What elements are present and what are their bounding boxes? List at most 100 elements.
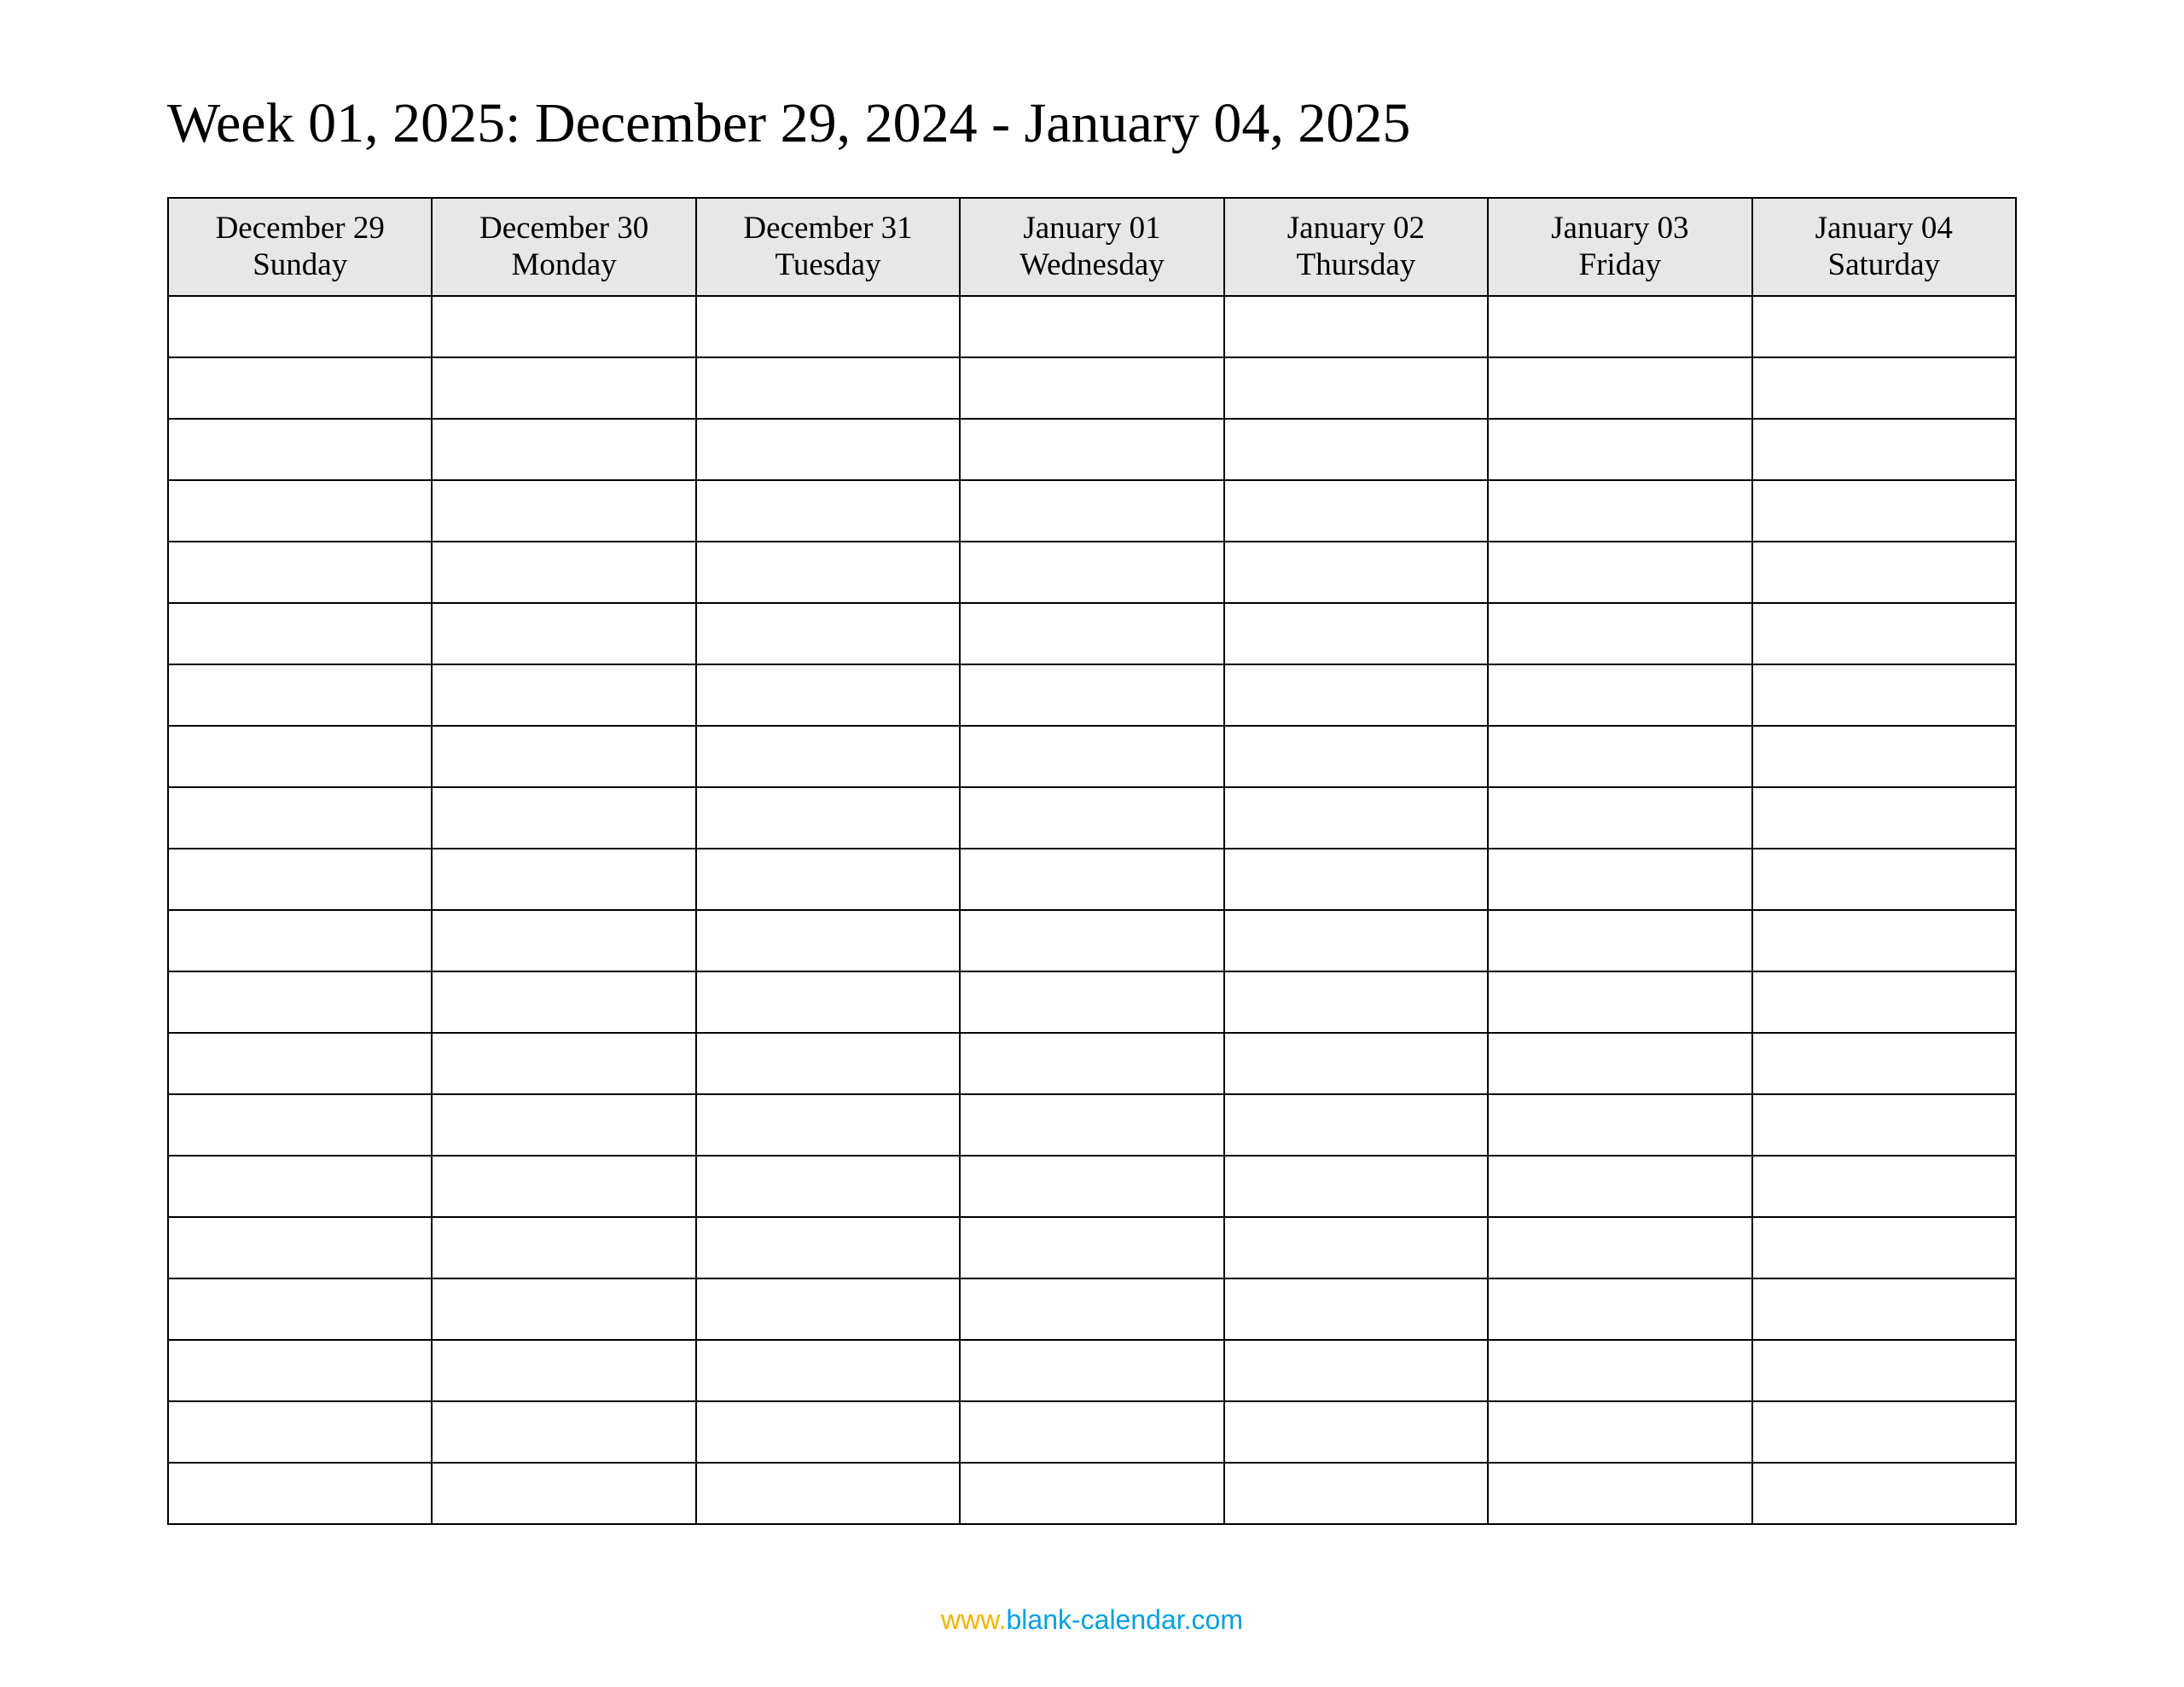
calendar-cell[interactable]	[432, 1278, 695, 1340]
calendar-cell[interactable]	[1752, 664, 2016, 726]
calendar-cell[interactable]	[1224, 1156, 1488, 1217]
calendar-cell[interactable]	[432, 296, 695, 357]
calendar-cell[interactable]	[960, 480, 1223, 542]
calendar-cell[interactable]	[1488, 910, 1751, 971]
calendar-cell[interactable]	[168, 726, 432, 787]
calendar-cell[interactable]	[960, 357, 1223, 419]
calendar-cell[interactable]	[168, 1156, 432, 1217]
calendar-cell[interactable]	[168, 296, 432, 357]
calendar-cell[interactable]	[696, 971, 960, 1033]
calendar-cell[interactable]	[1224, 542, 1488, 603]
calendar-cell[interactable]	[696, 1278, 960, 1340]
calendar-cell[interactable]	[960, 542, 1223, 603]
calendar-cell[interactable]	[696, 1340, 960, 1401]
calendar-cell[interactable]	[432, 1401, 695, 1463]
calendar-cell[interactable]	[1488, 1217, 1751, 1278]
calendar-cell[interactable]	[960, 1401, 1223, 1463]
calendar-cell[interactable]	[1752, 1463, 2016, 1524]
calendar-cell[interactable]	[960, 419, 1223, 480]
calendar-cell[interactable]	[960, 787, 1223, 849]
calendar-cell[interactable]	[1752, 1401, 2016, 1463]
calendar-cell[interactable]	[696, 1156, 960, 1217]
calendar-cell[interactable]	[1488, 480, 1751, 542]
calendar-cell[interactable]	[696, 357, 960, 419]
calendar-cell[interactable]	[168, 849, 432, 910]
calendar-cell[interactable]	[432, 1033, 695, 1094]
calendar-cell[interactable]	[1752, 1156, 2016, 1217]
calendar-cell[interactable]	[432, 1156, 695, 1217]
calendar-cell[interactable]	[1224, 787, 1488, 849]
calendar-cell[interactable]	[1752, 603, 2016, 664]
calendar-cell[interactable]	[168, 971, 432, 1033]
calendar-cell[interactable]	[696, 910, 960, 971]
calendar-cell[interactable]	[960, 1217, 1223, 1278]
calendar-cell[interactable]	[168, 1094, 432, 1156]
calendar-cell[interactable]	[1488, 1463, 1751, 1524]
calendar-cell[interactable]	[168, 664, 432, 726]
calendar-cell[interactable]	[960, 849, 1223, 910]
calendar-cell[interactable]	[168, 910, 432, 971]
calendar-cell[interactable]	[1488, 1033, 1751, 1094]
calendar-cell[interactable]	[960, 971, 1223, 1033]
calendar-cell[interactable]	[432, 910, 695, 971]
calendar-cell[interactable]	[168, 1340, 432, 1401]
calendar-cell[interactable]	[432, 787, 695, 849]
calendar-cell[interactable]	[432, 664, 695, 726]
calendar-cell[interactable]	[432, 849, 695, 910]
calendar-cell[interactable]	[1224, 664, 1488, 726]
calendar-cell[interactable]	[1752, 910, 2016, 971]
calendar-cell[interactable]	[696, 726, 960, 787]
calendar-cell[interactable]	[696, 542, 960, 603]
calendar-cell[interactable]	[696, 296, 960, 357]
calendar-cell[interactable]	[1488, 664, 1751, 726]
calendar-cell[interactable]	[960, 1156, 1223, 1217]
calendar-cell[interactable]	[432, 1094, 695, 1156]
calendar-cell[interactable]	[1224, 1340, 1488, 1401]
calendar-cell[interactable]	[1488, 419, 1751, 480]
calendar-cell[interactable]	[432, 419, 695, 480]
calendar-cell[interactable]	[1488, 1156, 1751, 1217]
calendar-cell[interactable]	[1752, 542, 2016, 603]
calendar-cell[interactable]	[696, 1463, 960, 1524]
calendar-cell[interactable]	[432, 542, 695, 603]
calendar-cell[interactable]	[1224, 1278, 1488, 1340]
calendar-cell[interactable]	[696, 480, 960, 542]
calendar-cell[interactable]	[1752, 1217, 2016, 1278]
calendar-cell[interactable]	[960, 1278, 1223, 1340]
calendar-cell[interactable]	[432, 357, 695, 419]
calendar-cell[interactable]	[1224, 1217, 1488, 1278]
calendar-cell[interactable]	[960, 910, 1223, 971]
calendar-cell[interactable]	[1488, 971, 1751, 1033]
calendar-cell[interactable]	[1488, 1340, 1751, 1401]
calendar-cell[interactable]	[1224, 1033, 1488, 1094]
calendar-cell[interactable]	[1224, 357, 1488, 419]
calendar-cell[interactable]	[1224, 1094, 1488, 1156]
footer-link[interactable]: www.blank-calendar.com	[0, 1604, 2184, 1636]
calendar-cell[interactable]	[1488, 1278, 1751, 1340]
calendar-cell[interactable]	[168, 1033, 432, 1094]
calendar-cell[interactable]	[168, 357, 432, 419]
calendar-cell[interactable]	[1488, 787, 1751, 849]
calendar-cell[interactable]	[1752, 1094, 2016, 1156]
calendar-cell[interactable]	[696, 849, 960, 910]
calendar-cell[interactable]	[432, 1463, 695, 1524]
calendar-cell[interactable]	[1224, 296, 1488, 357]
calendar-cell[interactable]	[960, 603, 1223, 664]
calendar-cell[interactable]	[1224, 480, 1488, 542]
calendar-cell[interactable]	[432, 603, 695, 664]
calendar-cell[interactable]	[1752, 1033, 2016, 1094]
calendar-cell[interactable]	[432, 971, 695, 1033]
calendar-cell[interactable]	[696, 1094, 960, 1156]
calendar-cell[interactable]	[1488, 1094, 1751, 1156]
calendar-cell[interactable]	[960, 664, 1223, 726]
calendar-cell[interactable]	[1488, 296, 1751, 357]
calendar-cell[interactable]	[1752, 296, 2016, 357]
calendar-cell[interactable]	[1224, 971, 1488, 1033]
calendar-cell[interactable]	[696, 603, 960, 664]
calendar-cell[interactable]	[168, 419, 432, 480]
calendar-cell[interactable]	[1488, 603, 1751, 664]
calendar-cell[interactable]	[960, 1463, 1223, 1524]
calendar-cell[interactable]	[1752, 1340, 2016, 1401]
calendar-cell[interactable]	[1224, 603, 1488, 664]
calendar-cell[interactable]	[1224, 726, 1488, 787]
